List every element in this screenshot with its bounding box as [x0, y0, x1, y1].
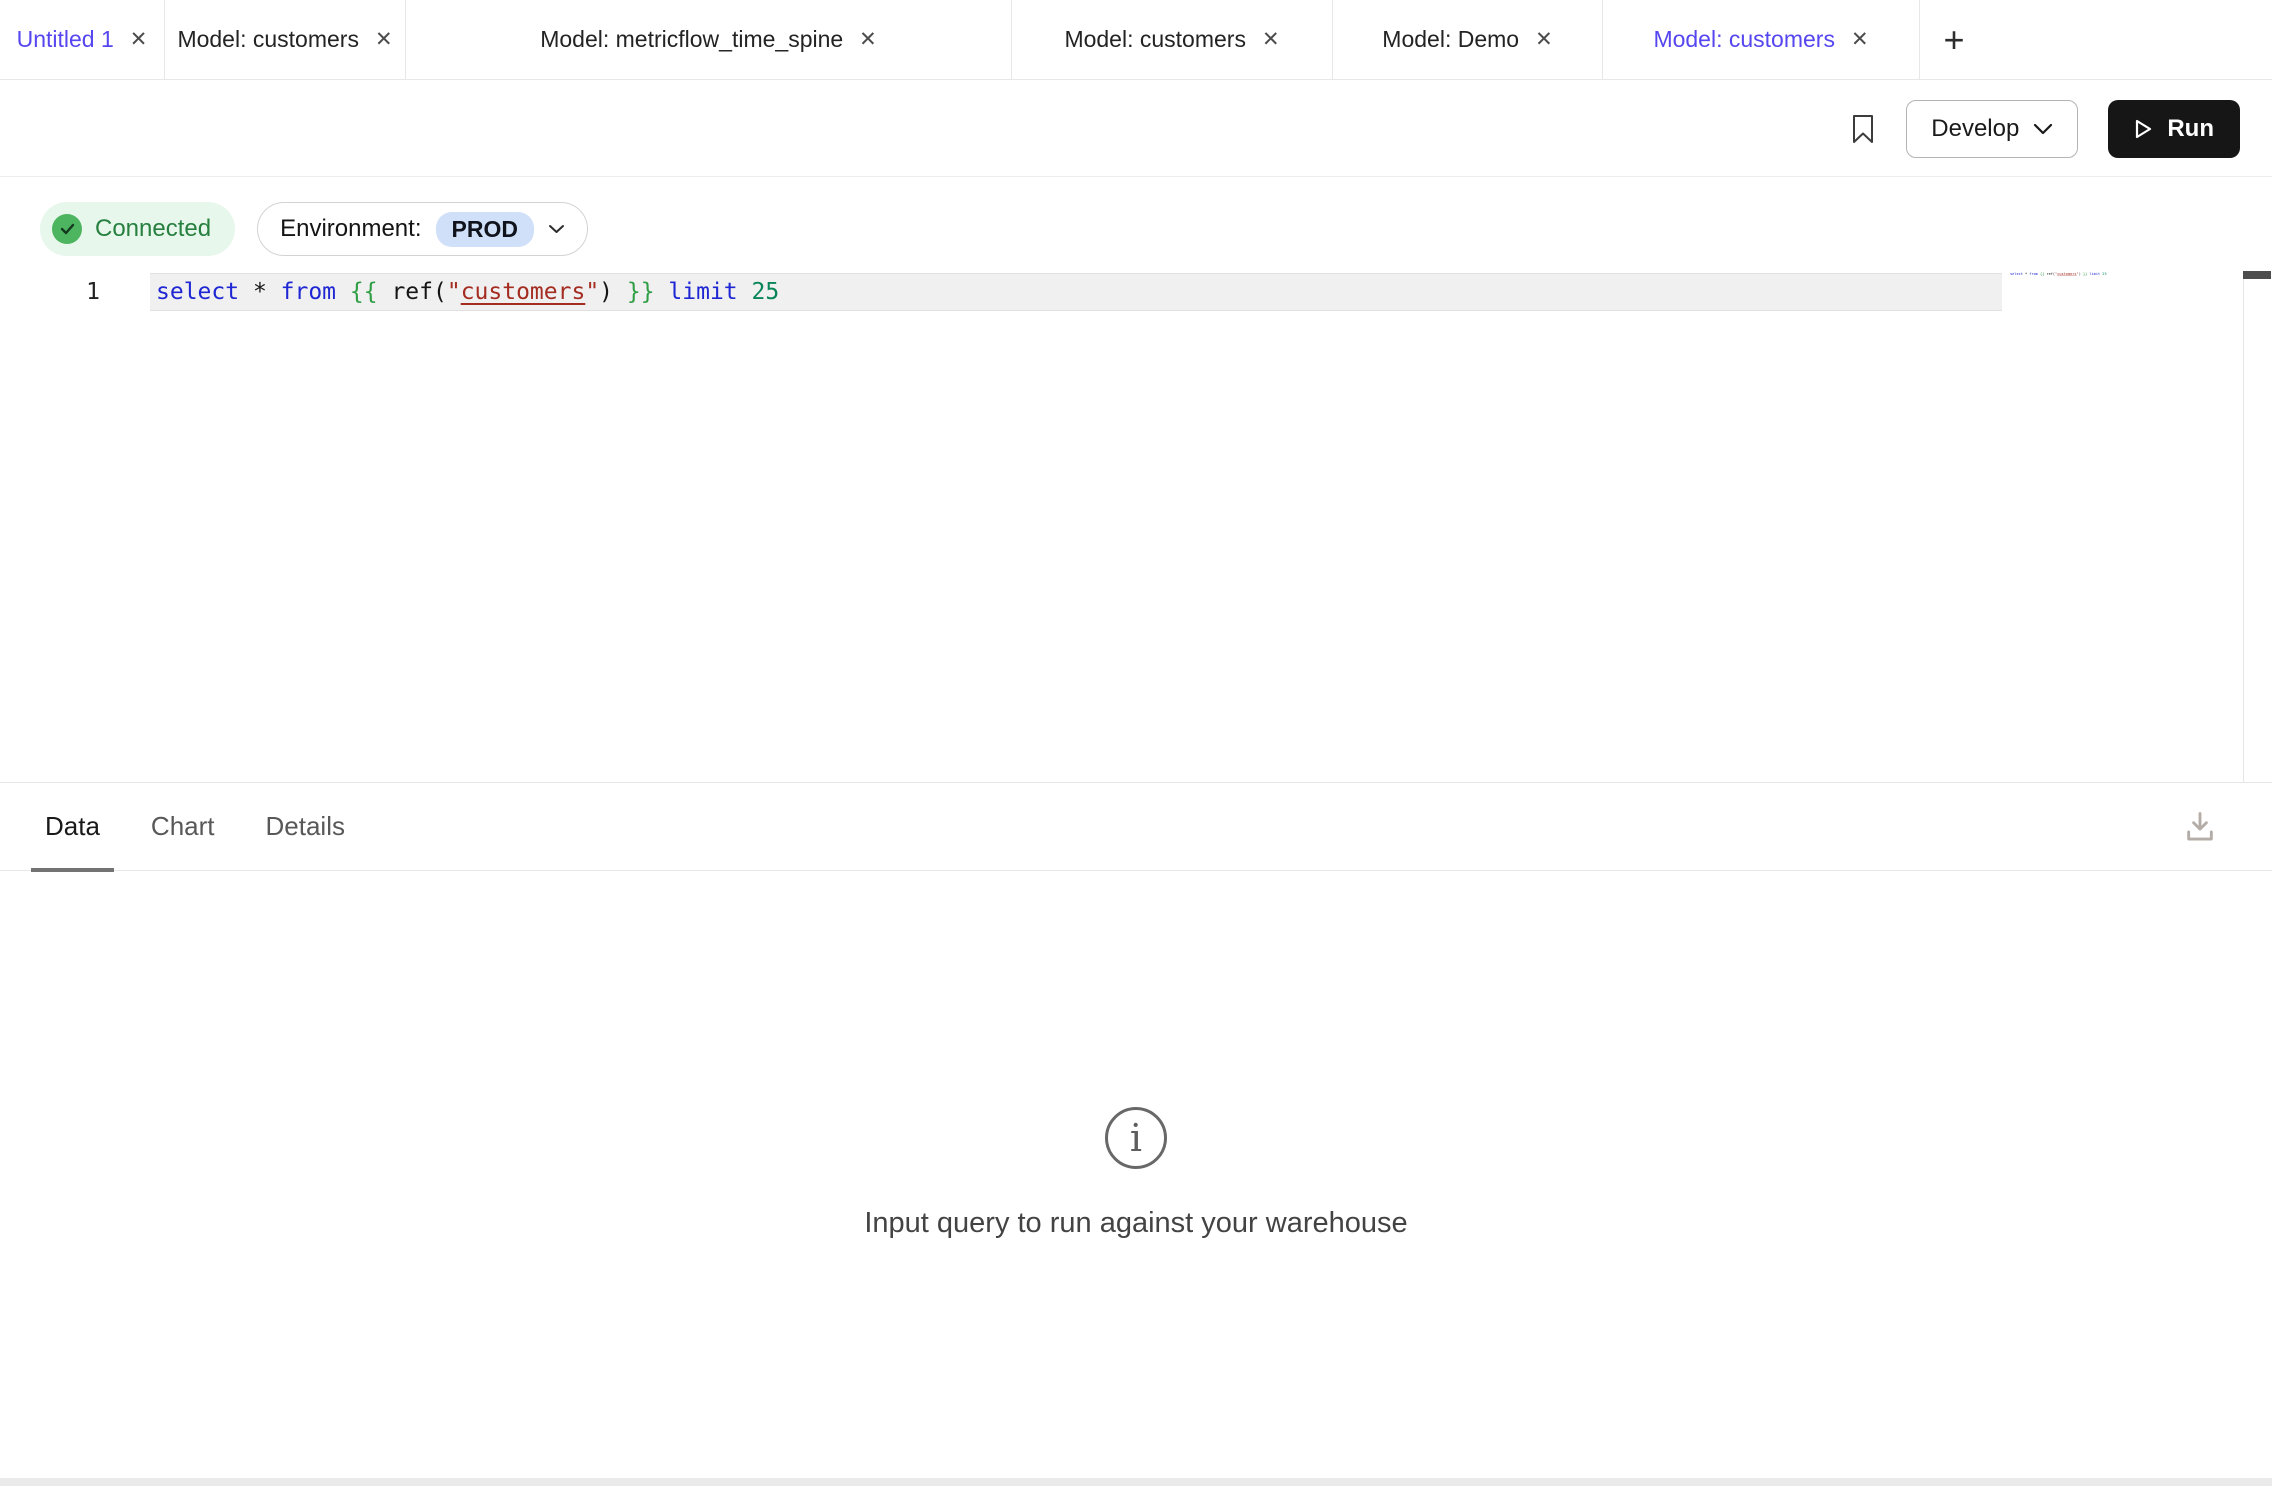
- tab-close-icon[interactable]: ✕: [1851, 29, 1869, 50]
- code-token: limit: [2089, 272, 2102, 276]
- info-icon: i: [1105, 1107, 1167, 1169]
- tab-close-icon[interactable]: ✕: [859, 29, 877, 50]
- line-number: 1: [0, 273, 100, 311]
- results-tab-data[interactable]: Data: [45, 783, 100, 870]
- environment-value-badge: PROD: [436, 212, 534, 247]
- code-token: 25: [2102, 272, 2106, 276]
- tab-label: Untitled 1: [17, 26, 114, 53]
- run-button-label: Run: [2167, 115, 2214, 143]
- chevron-down-icon: [548, 224, 565, 234]
- code-token: {{: [350, 279, 392, 305]
- code-token: from: [2029, 272, 2040, 276]
- toolbar: Develop Run: [0, 81, 2272, 177]
- tab-close-icon[interactable]: ✕: [375, 29, 393, 50]
- tab-model-customers[interactable]: Model: customers ✕: [1603, 0, 1920, 79]
- results-panel: Data Chart Details i Input query to run ag…: [0, 782, 2272, 1478]
- tab-bar: Untitled 1✕Model: customers✕Model: metri…: [0, 0, 2272, 80]
- tab-label: Model: metricflow_time_spine: [540, 26, 843, 53]
- tab-model-metricflow-time-spine[interactable]: Model: metricflow_time_spine ✕: [406, 0, 1012, 79]
- connection-status-badge: Connected: [40, 202, 235, 256]
- code-token: ): [599, 279, 627, 305]
- code-token: limit: [668, 279, 751, 305]
- code-line[interactable]: select * from {{ ref("customers") }} lim…: [156, 273, 779, 311]
- code-token: customers: [2057, 272, 2076, 276]
- code-token: 25: [752, 279, 780, 305]
- results-tab-chart[interactable]: Chart: [151, 783, 215, 870]
- status-row: Connected Environment: PROD: [40, 202, 588, 256]
- code-editor[interactable]: 1 select * from {{ ref("customers") }} l…: [0, 262, 2272, 782]
- environment-selector[interactable]: Environment: PROD: [257, 202, 588, 256]
- results-tab-details[interactable]: Details: [266, 783, 345, 870]
- play-icon: [2134, 118, 2153, 140]
- editor-scrollbar-thumb[interactable]: [2243, 271, 2271, 279]
- empty-state: i Input query to run against your wareho…: [0, 1107, 2272, 1240]
- tab-label: Model: customers: [177, 26, 359, 53]
- results-tab-bar: Data Chart Details: [0, 783, 2272, 871]
- code-token: select: [156, 279, 253, 305]
- code-token: ": [447, 279, 461, 305]
- tab-close-icon[interactable]: ✕: [1535, 29, 1553, 50]
- code-token: ref(: [391, 279, 446, 305]
- tab-label: Model: customers: [1064, 26, 1246, 53]
- code-token: ref(: [2046, 272, 2055, 276]
- code-token: from: [281, 279, 350, 305]
- environment-label: Environment:: [280, 215, 421, 243]
- run-button[interactable]: Run: [2108, 100, 2240, 158]
- chevron-down-icon: [2033, 123, 2053, 135]
- develop-button[interactable]: Develop: [1906, 100, 2078, 158]
- code-token: select: [2010, 272, 2025, 276]
- code-token: }}: [627, 279, 669, 305]
- minimap[interactable]: select * from {{ ref("customers") }} lim…: [2010, 271, 2107, 277]
- connection-status-label: Connected: [95, 215, 211, 243]
- tab-close-icon[interactable]: ✕: [130, 29, 148, 50]
- tab-untitled-1[interactable]: Untitled 1 ✕: [0, 0, 165, 79]
- tab-model-demo[interactable]: Model: Demo ✕: [1333, 0, 1603, 79]
- develop-button-label: Develop: [1931, 115, 2019, 143]
- code-token: ": [585, 279, 599, 305]
- results-tabs: Data Chart Details: [45, 783, 396, 870]
- tab-label: Model: Demo: [1382, 26, 1519, 53]
- tabs-container: Untitled 1✕Model: customers✕Model: metri…: [0, 0, 1920, 79]
- new-tab-button[interactable]: +: [1920, 0, 1988, 79]
- tab-close-icon[interactable]: ✕: [1262, 29, 1280, 50]
- editor-scrollbar-track[interactable]: [2243, 271, 2244, 782]
- tab-model-customers[interactable]: Model: customers ✕: [165, 0, 406, 79]
- code-token: customers: [461, 279, 586, 305]
- tab-model-customers[interactable]: Model: customers ✕: [1012, 0, 1333, 79]
- check-icon: [52, 214, 82, 244]
- download-icon[interactable]: [2183, 809, 2217, 845]
- code-token: *: [253, 279, 281, 305]
- bookmark-icon[interactable]: [1850, 113, 1876, 145]
- tab-label: Model: customers: [1653, 26, 1835, 53]
- bottom-statusbar: [0, 1478, 2272, 1486]
- empty-state-message: Input query to run against your warehous…: [0, 1207, 2272, 1240]
